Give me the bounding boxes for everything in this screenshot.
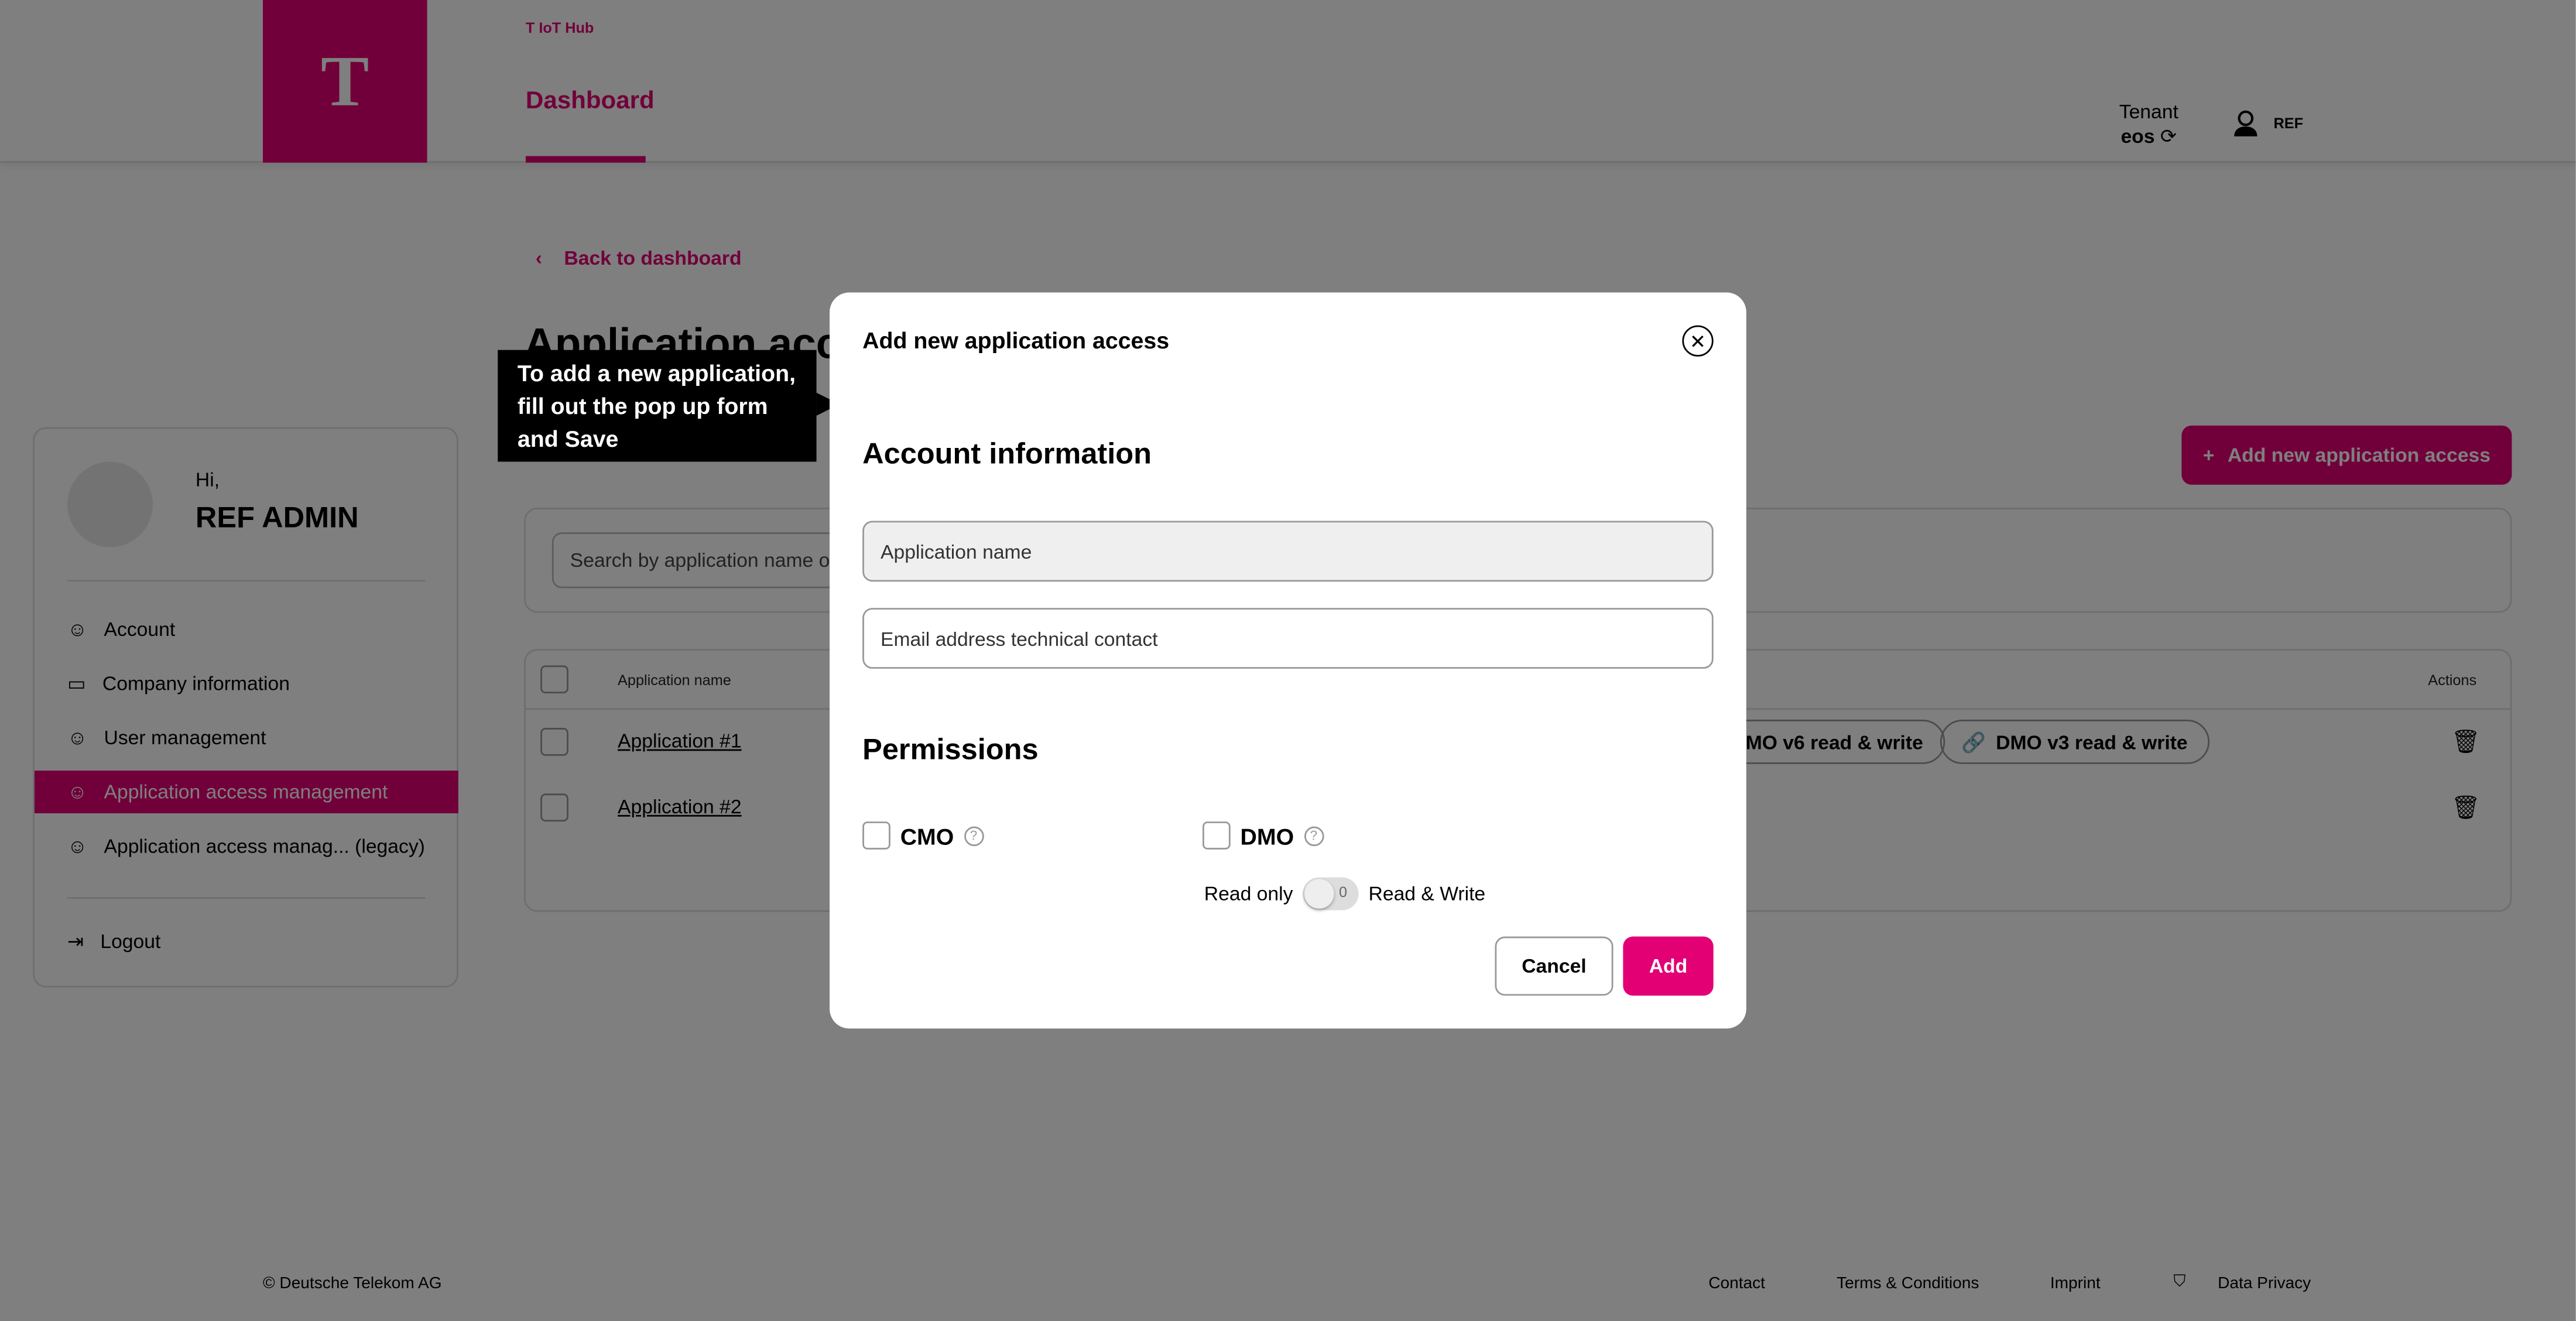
section-account-heading: Account information (862, 437, 1152, 470)
add-button[interactable]: Add (1623, 936, 1714, 996)
email-contact-input[interactable]: Email address technical contact (862, 608, 1714, 669)
add-application-modal: Add new application access ✕ Account inf… (830, 292, 1746, 1029)
cmo-checkbox[interactable] (862, 822, 890, 850)
help-icon[interactable]: ? (1304, 826, 1324, 846)
application-name-input[interactable]: Application name (862, 521, 1714, 582)
dmo-option[interactable]: DMO ? (1202, 822, 1324, 850)
dmo-checkbox[interactable] (1202, 822, 1231, 850)
tutorial-tooltip: To add a new application, fill out the p… (498, 350, 840, 462)
section-permissions-heading: Permissions (862, 733, 1039, 766)
help-icon[interactable]: ? (964, 826, 984, 846)
cancel-button[interactable]: Cancel (1495, 936, 1614, 996)
close-icon[interactable]: ✕ (1682, 325, 1714, 357)
read-write-label: Read & Write (1368, 882, 1486, 906)
dmo-label: DMO (1240, 822, 1294, 849)
toggle-knob (1304, 879, 1334, 909)
cmo-label: CMO (900, 822, 954, 849)
access-mode: Read only 0 Read & Write (1204, 877, 1486, 911)
read-only-label: Read only (1204, 882, 1293, 906)
read-write-toggle[interactable]: 0 (1303, 877, 1359, 911)
cmo-option[interactable]: CMO ? (862, 822, 984, 850)
modal-title: Add new application access (862, 327, 1170, 354)
toggle-value: 0 (1339, 884, 1348, 901)
